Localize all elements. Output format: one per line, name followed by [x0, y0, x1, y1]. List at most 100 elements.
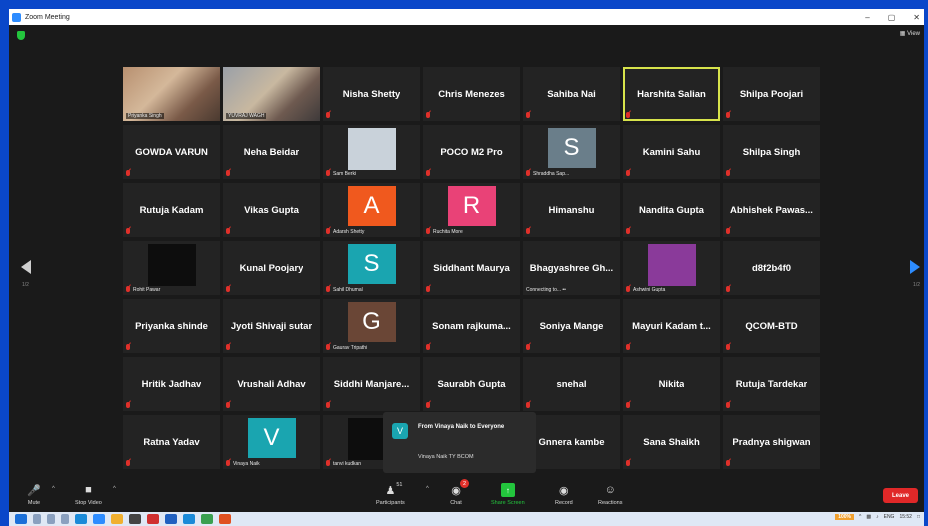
title-bar: Zoom Meeting – ▢ ✕ [9, 9, 924, 25]
previous-page-arrow-icon[interactable] [21, 260, 31, 274]
participant-tile[interactable]: Hritik Jadhav [123, 357, 220, 411]
participant-tile[interactable]: Vrushali Adhav [223, 357, 320, 411]
close-button[interactable]: ✕ [913, 13, 920, 22]
participants-button[interactable]: ♟ 51 Participants [376, 482, 405, 506]
clock[interactable]: 15:52 [899, 514, 912, 520]
participant-name: Kamini Sahu [642, 146, 701, 158]
store-icon[interactable] [129, 514, 141, 524]
participant-tile[interactable]: Rutuja Kadam [123, 183, 220, 237]
participant-tile[interactable]: Neha Beidar [223, 125, 320, 179]
participant-tile[interactable]: Ashwini Gupta [623, 241, 720, 295]
cortana-icon[interactable] [47, 514, 55, 524]
notifications-icon[interactable]: □ [917, 514, 920, 520]
participant-tile[interactable]: Sam Berki [323, 125, 420, 179]
maximize-button[interactable]: ▢ [888, 13, 896, 22]
stop-video-button[interactable]: ■ Stop Video [75, 483, 102, 506]
tray-chevron-icon[interactable]: ^ [859, 514, 861, 520]
participant-tile[interactable]: d8f2b4f0 [723, 241, 820, 295]
participant-tile[interactable]: Sana Shaikh [623, 415, 720, 469]
muted-microphone-icon [326, 228, 330, 234]
next-page-number: 1/2 [913, 282, 920, 288]
battery-indicator[interactable]: 100% [835, 514, 855, 520]
chat-button[interactable]: ◉ 2 Chat [449, 479, 469, 506]
participant-tile[interactable]: Kunal Poojary [223, 241, 320, 295]
app-skyblue-icon[interactable] [183, 514, 195, 524]
app-green-icon[interactable] [201, 514, 213, 524]
participant-tile[interactable]: S Sahil Dhumal [323, 241, 420, 295]
muted-microphone-icon [726, 402, 730, 408]
muted-microphone-icon [326, 402, 330, 408]
mute-label: Mute [27, 500, 41, 506]
participant-tile[interactable]: V Vinaya Naik [223, 415, 320, 469]
security-shield-icon[interactable] [17, 31, 25, 40]
chat-notification-popup[interactable]: V From Vinaya Naik to Everyone Vinaya Na… [383, 412, 536, 473]
participant-name: Saurabh Gupta [437, 378, 506, 390]
file-explorer-icon[interactable] [111, 514, 123, 524]
participant-tile[interactable]: Shilpa Singh [723, 125, 820, 179]
participant-tile[interactable]: Siddhant Maurya [423, 241, 520, 295]
network-icon[interactable]: ▩ [866, 514, 871, 520]
participant-tile[interactable]: Sahiba Nai [523, 67, 620, 121]
app-blue-icon[interactable] [165, 514, 177, 524]
participant-tile[interactable]: YUVRAJ WAGH [223, 67, 320, 121]
reactions-button[interactable]: ☺ Reactions [598, 483, 622, 506]
participant-tile[interactable]: Bhagyashree Gh... Connecting to... •• [523, 241, 620, 295]
record-label: Record [555, 500, 573, 506]
search-icon[interactable] [33, 514, 41, 524]
participant-tile[interactable]: Priyanka Singh [123, 67, 220, 121]
app-red-icon[interactable] [147, 514, 159, 524]
language-indicator[interactable]: ENG [884, 514, 895, 520]
participant-tile[interactable]: Nikita [623, 357, 720, 411]
share-screen-button[interactable]: ↑ Share Screen [491, 483, 525, 506]
participant-tile[interactable]: QCOM-BTD [723, 299, 820, 353]
participant-tile[interactable]: Gnnera kambe [523, 415, 620, 469]
windows-start-icon[interactable] [15, 514, 27, 524]
participant-tile[interactable]: GOWDA VARUN [123, 125, 220, 179]
participant-tile[interactable]: Siddhi Manjare... [323, 357, 420, 411]
view-button[interactable]: ▦ View [900, 30, 920, 37]
mute-button[interactable]: 🎤 Mute [27, 483, 41, 507]
video-options-chevron-icon[interactable]: ^ [113, 486, 116, 492]
participant-tile[interactable]: Abhishek Pawas... [723, 183, 820, 237]
participant-tile[interactable]: G Gaurav Tripathi [323, 299, 420, 353]
participant-name: Shilpa Singh [742, 146, 801, 158]
next-page-arrow-icon[interactable] [910, 260, 920, 274]
edge-browser-icon[interactable] [75, 514, 87, 524]
participants-count: 51 [396, 482, 403, 488]
participant-tile[interactable]: S Shraddha Sap... [523, 125, 620, 179]
participant-tile[interactable]: R Ruchita More [423, 183, 520, 237]
participant-tile[interactable]: Nisha Shetty [323, 67, 420, 121]
participant-tile[interactable]: Harshita Salian [623, 67, 720, 121]
participants-options-chevron-icon[interactable]: ^ [426, 486, 429, 492]
participant-tile[interactable]: POCO M2 Pro [423, 125, 520, 179]
minimize-button[interactable]: – [865, 13, 869, 22]
zoom-taskbar-icon[interactable] [93, 514, 105, 524]
participant-tile[interactable]: Chris Menezes [423, 67, 520, 121]
participant-tile[interactable]: Himanshu [523, 183, 620, 237]
leave-button[interactable]: Leave [883, 488, 918, 503]
participant-profile-photo [347, 128, 396, 170]
record-button[interactable]: ◉ Record [555, 483, 573, 507]
participant-tile[interactable]: Shilpa Poojari [723, 67, 820, 121]
participant-tile[interactable]: Nandita Gupta [623, 183, 720, 237]
participant-tile[interactable]: Vikas Gupta [223, 183, 320, 237]
participant-tile[interactable]: Jyoti Shivaji sutar [223, 299, 320, 353]
participant-tile[interactable]: Rutuja Tardekar [723, 357, 820, 411]
participant-tile[interactable]: A Adarsh Shetty [323, 183, 420, 237]
participant-tile[interactable]: Rohit Pawar [123, 241, 220, 295]
participant-tile[interactable]: Ratna Yadav [123, 415, 220, 469]
zoom-window: Zoom Meeting – ▢ ✕ ▦ View 1/2 1/2 Priyan… [9, 9, 924, 512]
participant-tile[interactable]: Soniya Mange [523, 299, 620, 353]
app-orange-icon[interactable] [219, 514, 231, 524]
participant-tile[interactable]: Pradnya shigwan [723, 415, 820, 469]
participant-tile[interactable]: Kamini Sahu [623, 125, 720, 179]
participant-tile[interactable]: snehal [523, 357, 620, 411]
participant-tile[interactable]: Mayuri Kadam t... [623, 299, 720, 353]
volume-icon[interactable]: ♪ [876, 514, 879, 520]
participant-tile[interactable]: Sonam rajkuma... [423, 299, 520, 353]
task-view-icon[interactable] [61, 514, 69, 524]
audio-options-chevron-icon[interactable]: ^ [52, 486, 55, 492]
participant-tile[interactable]: Saurabh Gupta [423, 357, 520, 411]
muted-microphone-icon [626, 460, 630, 466]
participant-tile[interactable]: Priyanka shinde [123, 299, 220, 353]
